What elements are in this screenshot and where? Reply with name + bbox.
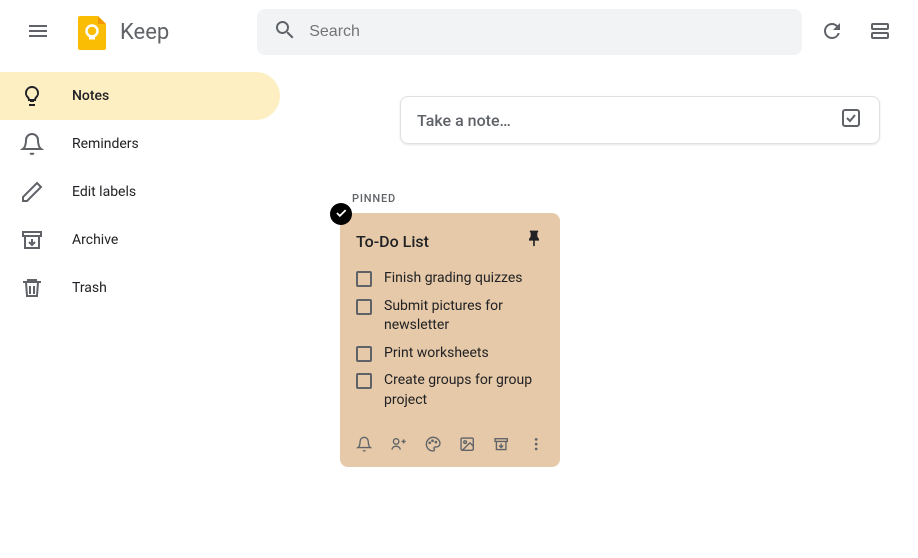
app-name: Keep — [120, 20, 169, 45]
checkbox-icon[interactable] — [356, 299, 372, 315]
checklist-item[interactable]: Finish grading quizzes — [356, 265, 544, 293]
hamburger-icon — [26, 19, 50, 46]
checklist-item[interactable]: Print worksheets — [356, 340, 544, 368]
collaborator-button[interactable] — [390, 435, 406, 455]
logo[interactable]: Keep — [72, 12, 169, 52]
sidebar-item-label: Trash — [72, 280, 107, 296]
refresh-icon — [820, 19, 844, 46]
lightbulb-icon — [20, 84, 44, 108]
checklist-item[interactable]: Create groups for group project — [356, 367, 544, 414]
checkbox-icon[interactable] — [356, 271, 372, 287]
sidebar-item-label: Notes — [72, 88, 109, 104]
header: Keep — [0, 0, 918, 64]
note-toolbar — [356, 431, 544, 459]
pinned-section-label: Pinned — [352, 192, 918, 205]
sidebar-item-edit-labels[interactable]: Edit labels — [0, 168, 280, 216]
more-button[interactable] — [528, 435, 544, 455]
sidebar-item-label: Reminders — [72, 136, 139, 152]
list-view-icon — [868, 19, 892, 46]
take-note-placeholder: Take a note… — [417, 111, 511, 130]
archive-icon — [20, 228, 44, 252]
body: Notes Reminders Edit labels Archive Tras… — [0, 64, 918, 558]
bell-icon — [20, 132, 44, 156]
main-content: Take a note… Pinned To-Do List Finish gr… — [280, 64, 918, 558]
background-options-button[interactable] — [425, 435, 441, 455]
sidebar-item-archive[interactable]: Archive — [0, 216, 280, 264]
note-title: To-Do List — [356, 232, 429, 251]
search-input[interactable] — [309, 23, 786, 41]
checklist-item-text: Print worksheets — [384, 344, 489, 364]
note-title-row: To-Do List — [356, 229, 544, 253]
sidebar-item-notes[interactable]: Notes — [0, 72, 280, 120]
archive-note-button[interactable] — [493, 435, 509, 455]
sidebar-item-reminders[interactable]: Reminders — [0, 120, 280, 168]
checklist-item-text: Create groups for group project — [384, 371, 544, 410]
sidebar-item-label: Archive — [72, 232, 118, 248]
sidebar-item-trash[interactable]: Trash — [0, 264, 280, 312]
search-icon — [273, 18, 297, 46]
checklist-item-text: Finish grading quizzes — [384, 269, 523, 289]
remind-me-button[interactable] — [356, 435, 372, 455]
checkbox-icon[interactable] — [356, 346, 372, 362]
take-note-bar[interactable]: Take a note… — [400, 96, 880, 144]
view-toggle-button[interactable] — [858, 10, 902, 54]
main-menu-button[interactable] — [16, 10, 60, 54]
keep-logo-icon — [72, 12, 112, 52]
trash-icon — [20, 276, 44, 300]
pencil-icon — [20, 180, 44, 204]
check-icon — [334, 205, 348, 224]
header-actions — [810, 10, 902, 54]
checklist-item-text: Submit pictures for newsletter — [384, 297, 544, 336]
sidebar-item-label: Edit labels — [72, 184, 136, 200]
note-select-badge[interactable] — [330, 203, 352, 225]
refresh-button[interactable] — [810, 10, 854, 54]
new-list-icon[interactable] — [839, 106, 863, 134]
pin-icon[interactable] — [524, 229, 544, 253]
search-bar[interactable] — [257, 9, 802, 55]
add-image-button[interactable] — [459, 435, 475, 455]
checkbox-icon[interactable] — [356, 373, 372, 389]
checklist-item[interactable]: Submit pictures for newsletter — [356, 293, 544, 340]
note-card[interactable]: To-Do List Finish grading quizzes Submit… — [340, 213, 560, 467]
sidebar: Notes Reminders Edit labels Archive Tras… — [0, 64, 280, 558]
checklist: Finish grading quizzes Submit pictures f… — [356, 265, 544, 415]
